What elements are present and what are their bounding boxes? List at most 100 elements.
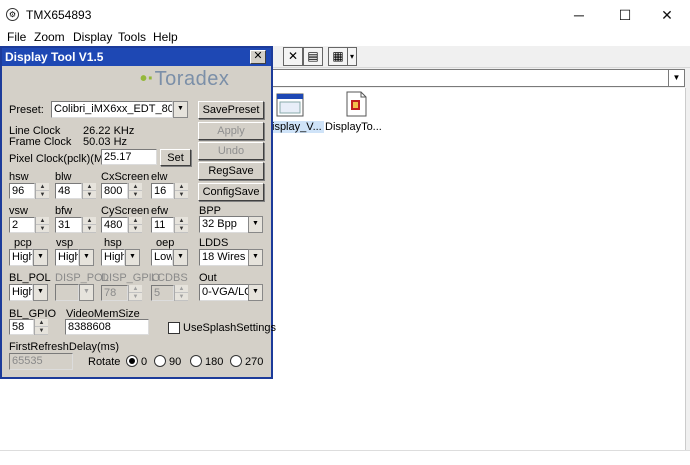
undo-button[interactable]: Undo <box>198 142 264 160</box>
bl-pol-label: BL_POL <box>9 272 51 284</box>
ldds-dropdown-icon[interactable]: ▼ <box>248 249 263 266</box>
window-file-icon[interactable] <box>276 92 304 120</box>
disp-gpio-spinner: ▲ ▼ <box>128 285 142 301</box>
reg-save-button[interactable]: RegSave <box>198 162 264 180</box>
rotate-label: Rotate <box>88 356 121 368</box>
bl-pol-select[interactable]: High <box>9 284 33 301</box>
bpp-dropdown-icon[interactable]: ▼ <box>248 216 263 233</box>
rotate-180-radio[interactable] <box>190 355 202 367</box>
lcdbs-spinner: ▲ ▼ <box>174 285 188 301</box>
dialog-close-icon[interactable]: ✕ <box>250 50 266 64</box>
blw-spinner[interactable]: ▲ ▼ <box>82 183 96 199</box>
disp-pol-dropdown-icon: ▼ <box>79 284 94 301</box>
rotate-90-label: 90 <box>169 356 182 368</box>
save-preset-button[interactable]: SavePreset <box>198 101 264 119</box>
vsw-input[interactable]: 2 <box>9 217 35 233</box>
cyscreen-input[interactable]: 480 <box>101 217 128 233</box>
views-dropdown-icon[interactable]: ▾ <box>347 47 357 66</box>
dialog-title: Display Tool V1.5 <box>2 48 271 66</box>
apply-button[interactable]: Apply <box>198 122 264 140</box>
oep-select[interactable]: Low <box>151 249 173 266</box>
efw-spinner[interactable]: ▲ ▼ <box>174 217 188 233</box>
rotate-270-radio[interactable] <box>230 355 242 367</box>
blw-label: blw <box>55 171 72 183</box>
pixel-clock-input[interactable]: 25.17 <box>101 149 157 165</box>
ldds-select[interactable]: 18 Wires <box>199 249 249 266</box>
hsp-select[interactable]: High <box>101 249 125 266</box>
bfw-input[interactable]: 31 <box>55 217 82 233</box>
ldds-label: LDDS <box>199 237 229 249</box>
rotate-90-radio[interactable] <box>154 355 166 367</box>
cxscreen-label: CxScreen <box>101 171 150 183</box>
menu-file[interactable]: File <box>7 30 26 44</box>
logo-dots-icon: •· <box>140 68 155 90</box>
video-mem-input[interactable]: 8388608 <box>65 319 149 335</box>
rotate-180-label: 180 <box>205 356 224 368</box>
first-refresh-label: FirstRefreshDelay(ms) <box>9 341 120 353</box>
bl-pol-dropdown-icon[interactable]: ▼ <box>33 284 48 301</box>
pcp-select[interactable]: High <box>9 249 33 266</box>
elw-input[interactable]: 16 <box>151 183 174 199</box>
out-select[interactable]: 0-VGA/LCD <box>199 284 249 301</box>
elw-spinner[interactable]: ▲ ▼ <box>174 183 188 199</box>
rotate-270-label: 270 <box>245 356 264 368</box>
config-save-button[interactable]: ConfigSave <box>198 183 264 201</box>
maximize-icon[interactable]: ☐ <box>602 0 648 30</box>
hsp-label: hsp <box>104 237 122 249</box>
menu-display[interactable]: Display <box>73 30 112 44</box>
file-label-display-v[interactable]: isplay_V... <box>270 121 324 133</box>
hsw-input[interactable]: 96 <box>9 183 35 199</box>
status-bar <box>0 450 690 465</box>
frame-clock-label: Frame Clock <box>9 136 72 148</box>
vsp-label: vsp <box>56 237 74 249</box>
vsw-spinner[interactable]: ▲ ▼ <box>35 217 49 233</box>
cyscreen-spinner[interactable]: ▲ ▼ <box>128 217 142 233</box>
address-input[interactable] <box>270 69 670 87</box>
vsp-dropdown-icon[interactable]: ▼ <box>79 249 94 266</box>
file-label-displaytool[interactable]: DisplayTo... <box>325 121 382 133</box>
bl-gpio-spinner[interactable]: ▲ ▼ <box>34 319 48 335</box>
delete-icon[interactable]: ✕ <box>283 47 303 66</box>
menu-zoom[interactable]: Zoom <box>34 30 65 44</box>
cxscreen-input[interactable]: 800 <box>101 183 128 199</box>
frame-clock-value: 50.03 Hz <box>83 136 128 148</box>
rotate-0-label: 0 <box>141 356 148 368</box>
oep-dropdown-icon[interactable]: ▼ <box>173 249 188 266</box>
efw-label: efw <box>151 205 169 217</box>
set-button[interactable]: Set <box>160 149 191 166</box>
bpp-select[interactable]: 32 Bpp <box>199 216 249 233</box>
bfw-spinner[interactable]: ▲ ▼ <box>82 217 96 233</box>
preset-label: Preset: <box>9 104 44 116</box>
minimize-icon[interactable]: ─ <box>556 0 602 30</box>
application-file-icon[interactable] <box>342 90 370 118</box>
preset-select[interactable]: Colibri_iMX6xx_EDT_800x480 <box>51 101 173 118</box>
address-dropdown-icon[interactable]: ▼ <box>668 69 685 87</box>
cxscreen-spinner[interactable]: ▲ ▼ <box>128 183 142 199</box>
hsw-spinner[interactable]: ▲ ▼ <box>35 183 49 199</box>
first-refresh-input: 65535 <box>9 353 73 370</box>
out-dropdown-icon[interactable]: ▼ <box>248 284 263 301</box>
menu-tools[interactable]: Tools <box>118 30 146 44</box>
efw-input[interactable]: 11 <box>151 217 174 233</box>
bfw-label: bfw <box>55 205 73 217</box>
app-icon: ⚙ <box>6 8 19 21</box>
logo-text: Toradex <box>154 68 230 90</box>
oep-label: oep <box>156 237 175 249</box>
properties-icon[interactable]: ▤ <box>303 47 323 66</box>
preset-dropdown-icon[interactable]: ▼ <box>173 101 188 118</box>
vsw-label: vsw <box>9 205 28 217</box>
menu-help[interactable]: Help <box>153 30 178 44</box>
blw-input[interactable]: 48 <box>55 183 82 199</box>
close-icon[interactable]: ✕ <box>644 0 690 30</box>
views-icon[interactable]: ▦ <box>328 47 348 66</box>
hsp-dropdown-icon[interactable]: ▼ <box>125 249 140 266</box>
pcp-dropdown-icon[interactable]: ▼ <box>33 249 48 266</box>
scrollbar-track[interactable] <box>685 88 690 450</box>
elw-label: elw <box>151 171 168 183</box>
lcdbs-label: LCDBS <box>151 272 188 284</box>
vsp-select[interactable]: High <box>55 249 79 266</box>
bl-gpio-input[interactable]: 58 <box>9 319 34 335</box>
use-splash-checkbox[interactable] <box>168 322 180 334</box>
disp-gpio-input: 78 <box>101 285 128 301</box>
rotate-0-radio[interactable] <box>126 355 138 367</box>
